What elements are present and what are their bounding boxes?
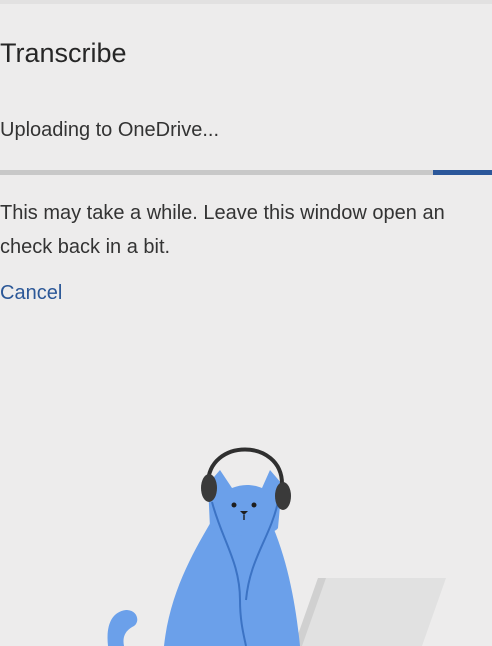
laptop-icon	[294, 578, 446, 646]
transcribe-pane: Transcribe Uploading to OneDrive... This…	[0, 0, 492, 646]
cat-with-headphones-illustration	[107, 447, 446, 646]
